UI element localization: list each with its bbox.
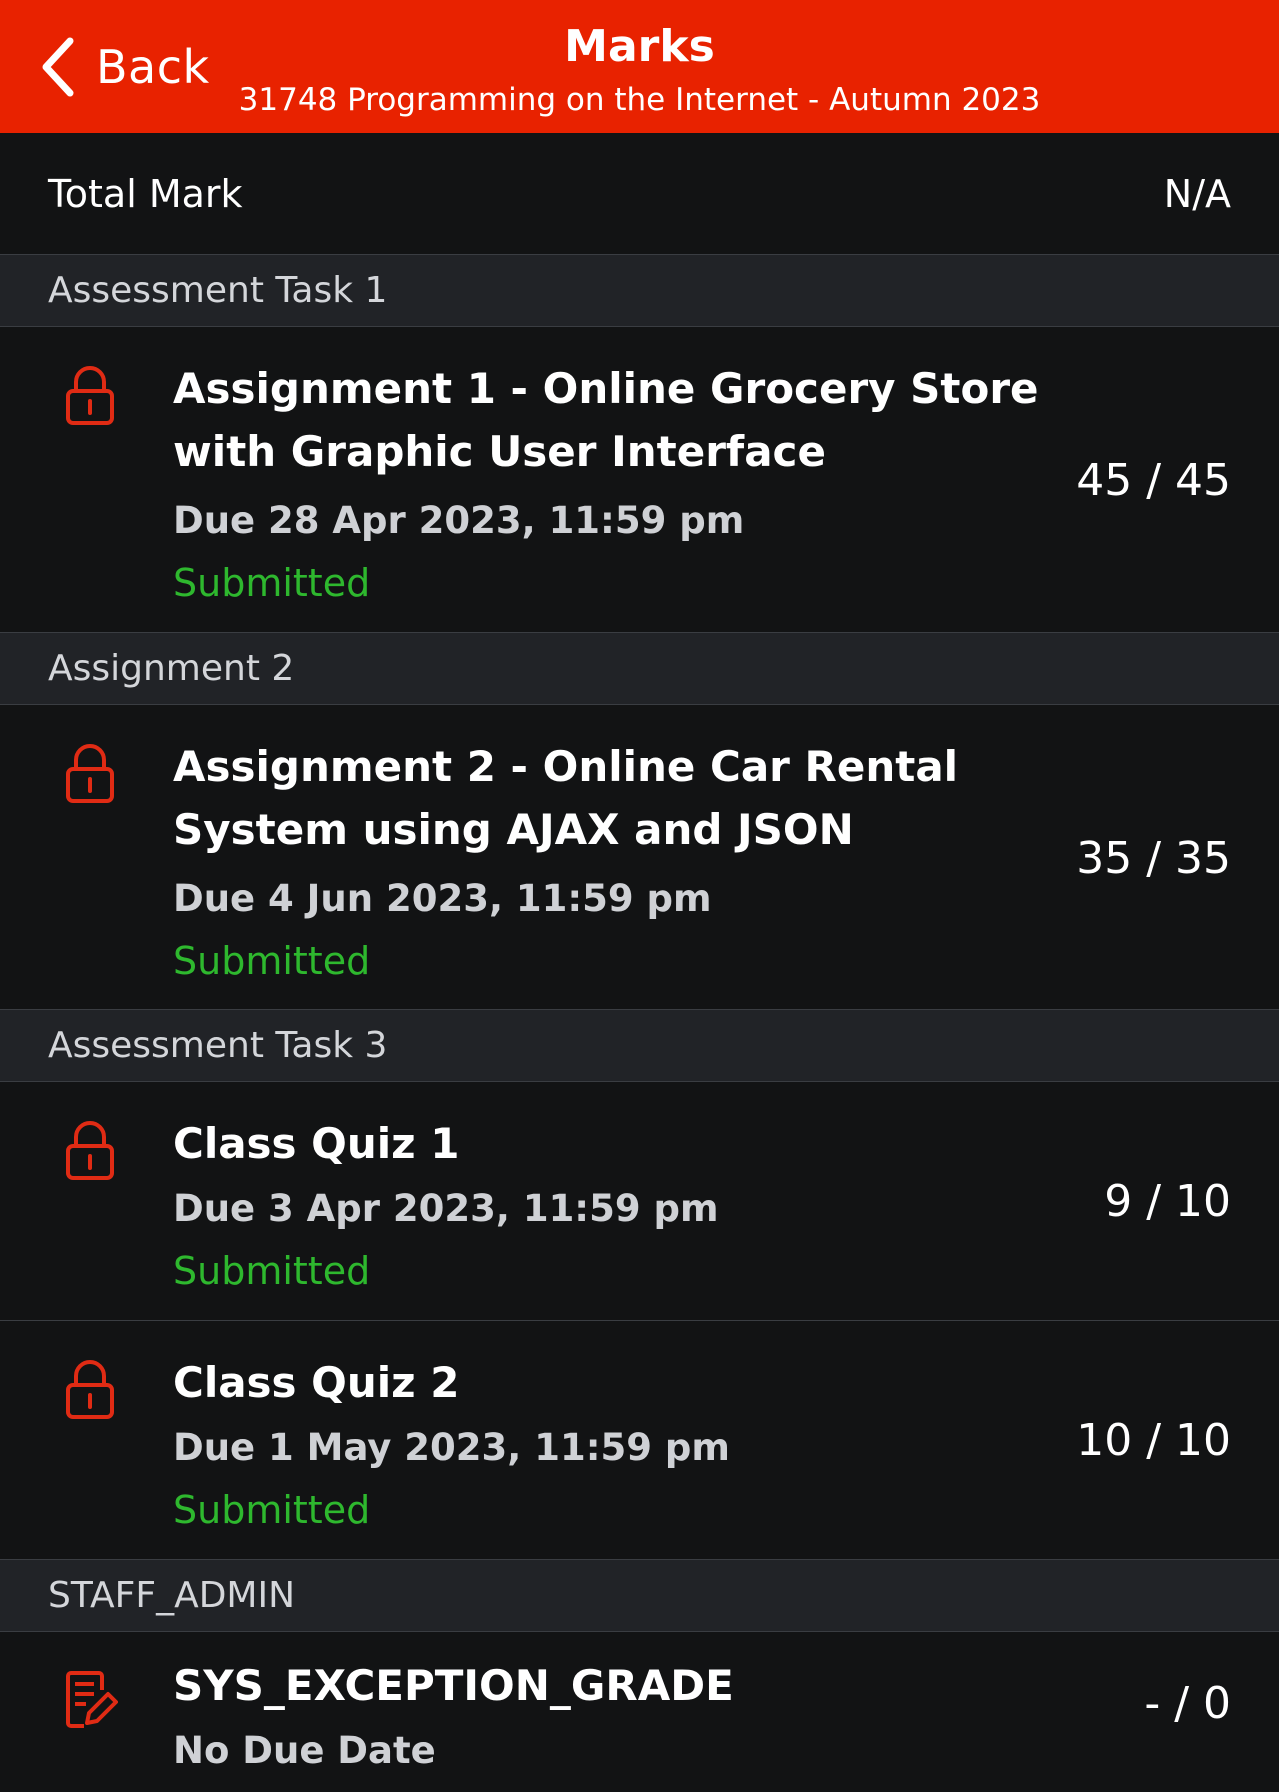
section-header: Assessment Task 1 xyxy=(0,255,1279,327)
list-item-assignment-1[interactable]: Assignment 1 - Online Grocery Store with… xyxy=(0,327,1279,633)
item-title: Assignment 1 - Online Grocery Store with… xyxy=(173,364,1039,476)
list-item-assignment-2[interactable]: Assignment 2 - Online Car Rental System … xyxy=(0,705,1279,1010)
item-due-date: Due 4 Jun 2023, 11:59 pm xyxy=(173,877,712,920)
lock-icon xyxy=(62,1118,118,1182)
item-due-date: Due 28 Apr 2023, 11:59 pm xyxy=(173,499,745,542)
total-mark-label: Total Mark xyxy=(48,172,243,216)
page-title: Marks xyxy=(564,21,715,72)
list-item-sys-exception-grade[interactable]: SYS_EXCEPTION_GRADE No Due Date - / 0 xyxy=(0,1632,1279,1792)
item-mark: 9 / 10 xyxy=(1104,1176,1231,1227)
section-title: STAFF_ADMIN xyxy=(48,1575,296,1616)
item-mark: 35 / 35 xyxy=(1076,833,1231,884)
item-title: Class Quiz 2 xyxy=(173,1358,460,1407)
list-item-class-quiz-2[interactable]: Class Quiz 2 Due 1 May 2023, 11:59 pm Su… xyxy=(0,1321,1279,1560)
item-status: Submitted xyxy=(173,1249,371,1293)
item-mark: 10 / 10 xyxy=(1076,1415,1231,1466)
list-item-class-quiz-1[interactable]: Class Quiz 1 Due 3 Apr 2023, 11:59 pm Su… xyxy=(0,1082,1279,1321)
item-mark: 45 / 45 xyxy=(1076,455,1231,506)
section-header: Assessment Task 3 xyxy=(0,1010,1279,1082)
item-due-date: Due 1 May 2023, 11:59 pm xyxy=(173,1426,730,1469)
section-header: Assignment 2 xyxy=(0,633,1279,705)
item-mark: - / 0 xyxy=(1144,1678,1231,1729)
item-title: Assignment 2 - Online Car Rental System … xyxy=(173,742,959,854)
app-header: Back Marks 31748 Programming on the Inte… xyxy=(0,0,1279,133)
lock-icon xyxy=(62,1357,118,1421)
item-title: Class Quiz 1 xyxy=(173,1119,460,1168)
section-header: STAFF_ADMIN xyxy=(0,1560,1279,1632)
section-title: Assignment 2 xyxy=(48,648,295,689)
item-status: Submitted xyxy=(173,939,371,983)
item-status: Submitted xyxy=(173,1488,371,1532)
item-due-date: No Due Date xyxy=(173,1729,436,1772)
page-subtitle: 31748 Programming on the Internet - Autu… xyxy=(238,82,1041,118)
item-due-date: Due 3 Apr 2023, 11:59 pm xyxy=(173,1187,719,1230)
section-title: Assessment Task 1 xyxy=(48,270,388,311)
section-title: Assessment Task 3 xyxy=(48,1025,388,1066)
lock-icon xyxy=(62,363,118,427)
edit-document-icon xyxy=(62,1668,118,1732)
lock-icon xyxy=(62,741,118,805)
item-title: SYS_EXCEPTION_GRADE xyxy=(173,1661,734,1710)
item-status: Submitted xyxy=(173,561,371,605)
total-mark-value: N/A xyxy=(1163,172,1231,216)
total-mark-row: Total Mark N/A xyxy=(0,133,1279,255)
